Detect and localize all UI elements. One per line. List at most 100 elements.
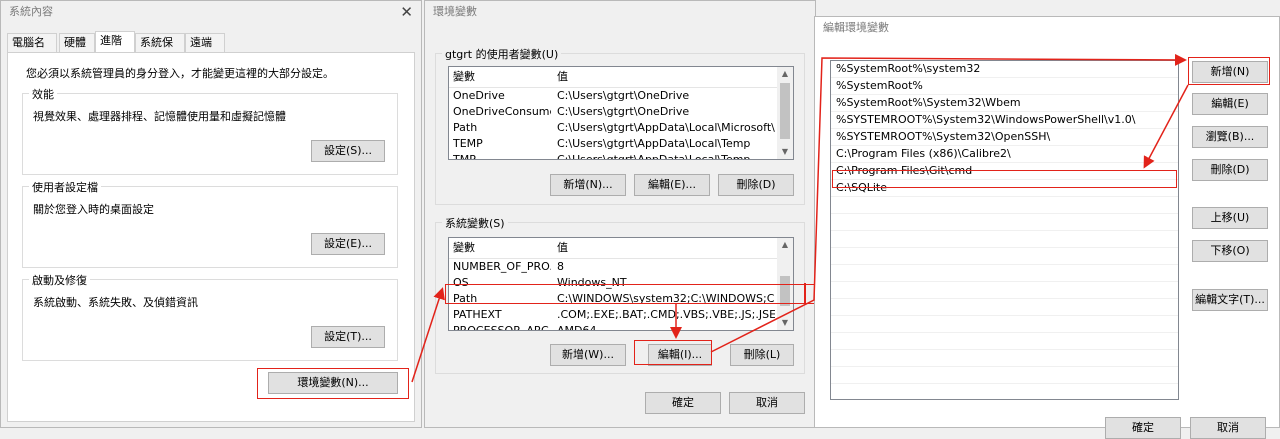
path-delete-button[interactable]: 刪除(D) [1192, 159, 1268, 181]
system-properties-title: 系統內容 [9, 5, 53, 18]
path-browse-button[interactable]: 瀏覽(B)... [1192, 126, 1268, 148]
path-entries-list[interactable]: %SystemRoot%\system32 %SystemRoot% %Syst… [830, 60, 1179, 400]
scroll-down-icon[interactable]: ▼ [777, 316, 793, 330]
advanced-tab-panel: 您必須以系統管理員的身分登入，才能變更這裡的大部分設定。 效能 視覺效果、處理器… [7, 52, 415, 422]
list-item-empty [831, 231, 1178, 248]
sys-vars-scrollbar[interactable]: ▲ ▼ [777, 238, 793, 330]
user-variables-group: gtgrt 的使用者變數(U) 變數 值 OneDrive C:\Users\gt… [435, 46, 805, 205]
var-value: .COM;.EXE;.BAT;.CMD;.VBS;.VBE;.JS;.JSE;.… [557, 308, 775, 321]
tab-hardware[interactable]: 硬體 [59, 33, 95, 52]
close-icon[interactable]: ✕ [400, 1, 413, 23]
startup-recovery-desc: 系統啟動、系統失敗、及偵錯資訊 [33, 296, 198, 309]
var-name: OS [453, 276, 469, 289]
scroll-down-icon[interactable]: ▼ [777, 145, 793, 159]
tab-advanced[interactable]: 進階 [95, 31, 135, 53]
table-row-path-selected[interactable]: Path C:\WINDOWS\system32;C:\WINDOWS;C:\W.… [449, 291, 793, 307]
table-row[interactable]: OS Windows_NT [449, 275, 793, 291]
system-delete-button[interactable]: 刪除(L) [730, 344, 794, 366]
performance-group: 效能 視覺效果、處理器排程、記憶體使用量和虛擬記憶體 設定(S)... [22, 86, 398, 175]
user-profiles-settings-button[interactable]: 設定(E)... [311, 233, 385, 255]
table-row[interactable]: Path C:\Users\gtgrt\AppData\Local\Microso… [449, 120, 793, 136]
path-new-button[interactable]: 新增(N) [1192, 61, 1268, 83]
tab-computer-name[interactable]: 電腦名稱 [7, 33, 57, 67]
scroll-thumb[interactable] [780, 83, 790, 139]
var-value: AMD64 [557, 324, 597, 331]
list-item-empty [831, 367, 1178, 384]
var-name: PATHEXT [453, 308, 502, 321]
table-row[interactable]: OneDriveConsumer C:\Users\gtgrt\OneDrive [449, 104, 793, 120]
envvars-ok-button[interactable]: 確定 [645, 392, 721, 414]
list-item[interactable]: %SystemRoot%\System32\Wbem [831, 95, 1178, 112]
var-name: TEMP [453, 137, 483, 150]
startup-recovery-group: 啟動及修復 系統啟動、系統失敗、及偵錯資訊 設定(T)... [22, 272, 398, 361]
tab-remote[interactable]: 遠端 [185, 33, 225, 52]
col-variable-header[interactable]: 變數 [449, 67, 475, 87]
user-profiles-desc: 關於您登入時的桌面設定 [33, 203, 154, 216]
system-properties-titlebar[interactable]: 系統內容 ✕ [1, 1, 421, 23]
col-value-header[interactable]: 值 [553, 67, 568, 87]
performance-settings-button[interactable]: 設定(S)... [311, 140, 385, 162]
list-item[interactable]: %SystemRoot% [831, 78, 1178, 95]
list-item-empty [831, 384, 1178, 399]
edit-env-ok-button[interactable]: 確定 [1105, 417, 1181, 439]
startup-recovery-label: 啟動及修復 [29, 272, 90, 288]
system-variables-list[interactable]: 變數 值 NUMBER_OF_PRO... 8 OS Windows_NT Path… [448, 237, 794, 331]
scroll-up-icon[interactable]: ▲ [777, 67, 793, 81]
environment-variables-button[interactable]: 環境變數(N)... [268, 372, 398, 394]
system-edit-button[interactable]: 編輯(I)... [648, 344, 712, 366]
var-name: OneDriveConsumer [453, 105, 551, 118]
table-row[interactable]: OneDrive C:\Users\gtgrt\OneDrive [449, 88, 793, 104]
list-item[interactable]: %SystemRoot%\system32 [831, 61, 1178, 78]
user-delete-button[interactable]: 刪除(D) [718, 174, 794, 196]
var-name: Path [453, 292, 478, 305]
table-row[interactable]: TMP C:\Users\gtgrt\AppData\Local\Temp [449, 152, 793, 160]
user-profiles-group: 使用者設定檔 關於您登入時的桌面設定 設定(E)... [22, 179, 398, 268]
user-variables-list[interactable]: 變數 值 OneDrive C:\Users\gtgrt\OneDrive One… [448, 66, 794, 160]
user-vars-header: 變數 值 [449, 67, 793, 88]
list-item[interactable]: C:\Program Files\Git\cmd [831, 163, 1178, 180]
edit-env-cancel-button[interactable]: 取消 [1190, 417, 1266, 439]
path-move-down-button[interactable]: 下移(O) [1192, 240, 1268, 262]
var-value: C:\Users\gtgrt\AppData\Local\Temp [557, 137, 751, 150]
list-item-empty [831, 316, 1178, 333]
envvars-titlebar[interactable]: 環境變數 [425, 1, 815, 23]
var-value: C:\Users\gtgrt\OneDrive [557, 89, 690, 102]
list-item-empty [831, 333, 1178, 350]
list-item[interactable]: C:\Program Files (x86)\Calibre2\ [831, 146, 1178, 163]
edit-env-titlebar[interactable]: 編輯環境變數 [815, 17, 1279, 39]
system-new-button[interactable]: 新增(W)... [550, 344, 626, 366]
list-item[interactable]: %SYSTEMROOT%\System32\WindowsPowerShell\… [831, 112, 1178, 129]
var-value: Windows_NT [557, 276, 627, 289]
list-item-empty [831, 282, 1178, 299]
list-item-empty [831, 299, 1178, 316]
system-properties-window: 系統內容 ✕ 電腦名稱 硬體 進階 系統保護 遠端 您必須以系統管理員的身分登入… [0, 0, 422, 428]
var-value: C:\Users\gtgrt\AppData\Local\Microsoft\W… [557, 121, 775, 134]
user-profiles-label: 使用者設定檔 [29, 179, 101, 195]
col-value-header[interactable]: 值 [553, 238, 568, 258]
var-name: TMP [453, 153, 476, 160]
var-value: C:\WINDOWS\system32;C:\WINDOWS;C:\W... [557, 292, 775, 305]
col-variable-header[interactable]: 變數 [449, 238, 475, 258]
list-item-empty [831, 214, 1178, 231]
var-name: PROCESSOR_ARC... [453, 324, 551, 331]
envvars-cancel-button[interactable]: 取消 [729, 392, 805, 414]
path-move-up-button[interactable]: 上移(U) [1192, 207, 1268, 229]
system-variables-group: 系統變數(S) 變數 值 NUMBER_OF_PRO... 8 OS Windows… [435, 215, 805, 374]
user-new-button[interactable]: 新增(N)... [550, 174, 626, 196]
user-vars-scrollbar[interactable]: ▲ ▼ [777, 67, 793, 159]
startup-recovery-settings-button[interactable]: 設定(T)... [311, 326, 385, 348]
table-row[interactable]: PATHEXT .COM;.EXE;.BAT;.CMD;.VBS;.VBE;.JS… [449, 307, 793, 323]
user-edit-button[interactable]: 編輯(E)... [634, 174, 710, 196]
scroll-thumb[interactable] [780, 276, 790, 306]
table-row[interactable]: NUMBER_OF_PRO... 8 [449, 259, 793, 275]
list-item-new-sqlite[interactable]: C:\SQLite [831, 180, 1178, 197]
list-item[interactable]: %SYSTEMROOT%\System32\OpenSSH\ [831, 129, 1178, 146]
tab-system-protection[interactable]: 系統保護 [135, 33, 185, 67]
scroll-up-icon[interactable]: ▲ [777, 238, 793, 252]
path-edit-button[interactable]: 編輯(E) [1192, 93, 1268, 115]
path-edit-text-button[interactable]: 編輯文字(T)... [1192, 289, 1268, 311]
system-variables-label: 系統變數(S) [442, 215, 508, 231]
list-item-empty [831, 350, 1178, 367]
table-row[interactable]: TEMP C:\Users\gtgrt\AppData\Local\Temp [449, 136, 793, 152]
table-row[interactable]: PROCESSOR_ARC... AMD64 [449, 323, 793, 331]
